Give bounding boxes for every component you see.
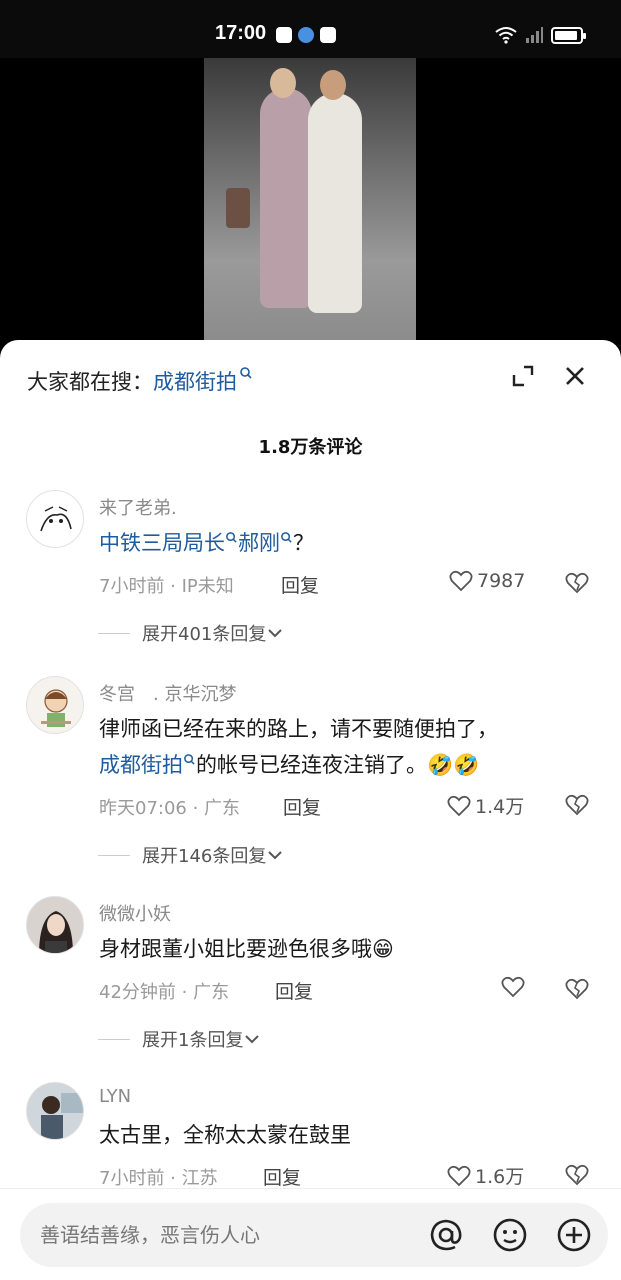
divider (98, 1038, 130, 1040)
expand-icon[interactable] (512, 365, 534, 387)
status-time: 17:00 (215, 22, 267, 44)
comment-sheet: 大家都在搜：成都街拍 1.8万条评论 来了老弟. 中铁三局局长 郝刚？ 7小时前 … (0, 340, 621, 1280)
comment-text-line: 成都街拍 的帐号已经连夜注销了。🤣🤣 (99, 747, 498, 783)
comment-input[interactable] (40, 1203, 420, 1267)
notification-icon (320, 27, 336, 43)
comment-text: 律师函已经在来的路上，请不要随便拍了， 成都街拍 的帐号已经连夜注销了。🤣🤣 (99, 711, 498, 783)
comments-count: 1.8万条评论 (258, 437, 363, 458)
system-status (495, 26, 586, 44)
like-count: 1.4万 (475, 796, 525, 818)
broken-heart-icon[interactable] (565, 1164, 589, 1186)
trending-search-prefix: 大家都在搜： (27, 370, 153, 394)
reply-button[interactable]: 回复 (275, 977, 313, 1004)
expand-replies-label: 展开146条回复 (142, 846, 267, 867)
search-icon (281, 532, 292, 543)
comment-author[interactable]: 冬宫 . 京华沉梦 (99, 680, 236, 706)
person-head (270, 68, 296, 98)
heart-icon (447, 1165, 471, 1186)
person-figure (308, 93, 362, 313)
divider (98, 632, 130, 634)
comment-author[interactable]: 微微小妖 (99, 900, 171, 926)
shopping-bag (226, 188, 250, 228)
expand-replies-label: 展开1条回复 (142, 1030, 244, 1051)
avatar[interactable] (26, 490, 84, 548)
avatar[interactable] (26, 676, 84, 734)
comment-keyword[interactable]: 郝刚 (238, 531, 280, 555)
battery-icon (551, 26, 586, 44)
heart-icon (501, 976, 525, 998)
heart-icon (449, 570, 473, 592)
reply-button[interactable]: 回复 (283, 793, 321, 820)
avatar[interactable] (26, 896, 84, 954)
chevron-down-icon (268, 629, 283, 638)
broken-heart-icon[interactable] (565, 794, 589, 816)
comment-meta: 昨天07:06 · 广东 (99, 798, 241, 819)
comment-author[interactable]: LYN (99, 1086, 131, 1107)
comment-text-suffix: ？ (293, 531, 314, 555)
video-player[interactable] (0, 58, 621, 358)
comment-text-rest: 的帐号已经连夜注销了。🤣🤣 (196, 753, 480, 777)
reply-button[interactable]: 回复 (263, 1163, 301, 1190)
comment-text: 太古里，全称太太蒙在鼓里 (99, 1123, 351, 1147)
divider (98, 854, 130, 856)
emoji-icon[interactable] (492, 1217, 528, 1253)
notification-icon (298, 27, 314, 43)
heart-icon (447, 795, 471, 816)
comment-text: 中铁三局局长 郝刚 ？ (99, 525, 314, 561)
expand-replies[interactable]: 展开1条回复 (98, 1026, 261, 1052)
comment-author[interactable]: 来了老弟. (99, 494, 177, 520)
close-icon[interactable] (563, 364, 587, 388)
trending-search-keyword[interactable]: 成都街拍 (153, 370, 237, 394)
comment-text: 身材跟董小姐比要逊色很多哦😁 (99, 937, 394, 961)
like-button[interactable] (501, 976, 529, 998)
person-figure (260, 88, 312, 308)
expand-replies[interactable]: 展开401条回复 (98, 620, 284, 646)
chevron-down-icon (245, 1035, 260, 1044)
plus-icon[interactable] (556, 1217, 592, 1253)
comment-input-container[interactable] (20, 1203, 608, 1267)
expand-replies[interactable]: 展开146条回复 (98, 842, 284, 868)
like-button[interactable]: 1.4万 (447, 792, 524, 819)
comment-meta: 42分钟前 · 广东 (99, 982, 230, 1003)
broken-heart-icon[interactable] (565, 978, 589, 1000)
like-count: 1.6万 (475, 1166, 525, 1188)
signal-icon (526, 27, 543, 43)
like-button[interactable]: 1.6万 (447, 1162, 524, 1189)
comment-keyword[interactable]: 中铁三局局长 (99, 531, 225, 555)
search-icon (184, 754, 195, 765)
video-thumbnail[interactable] (204, 58, 416, 348)
person-head (320, 70, 346, 100)
chevron-down-icon (268, 851, 283, 860)
expand-replies-label: 展开401条回复 (142, 624, 267, 645)
comment-text-line: 律师函已经在来的路上，请不要随便拍了， (99, 717, 498, 741)
search-icon (240, 367, 252, 379)
like-button[interactable]: 7987 (449, 570, 525, 592)
like-count: 7987 (477, 570, 526, 592)
comment-keyword[interactable]: 成都街拍 (99, 753, 183, 777)
at-icon[interactable] (428, 1217, 464, 1253)
broken-heart-icon[interactable] (565, 572, 589, 594)
reply-button[interactable]: 回复 (281, 571, 319, 598)
comment-meta: 7小时前 · 江苏 (99, 1168, 218, 1189)
search-icon (226, 532, 237, 543)
wifi-icon (495, 27, 517, 44)
trending-search[interactable]: 大家都在搜：成都街拍 (27, 366, 253, 396)
comment-input-bar (0, 1188, 621, 1280)
comment-meta: 7小时前 · IP未知 (99, 576, 234, 597)
notification-icon (276, 27, 292, 43)
avatar[interactable] (26, 1082, 84, 1140)
status-bar: 17:00 (0, 0, 621, 58)
